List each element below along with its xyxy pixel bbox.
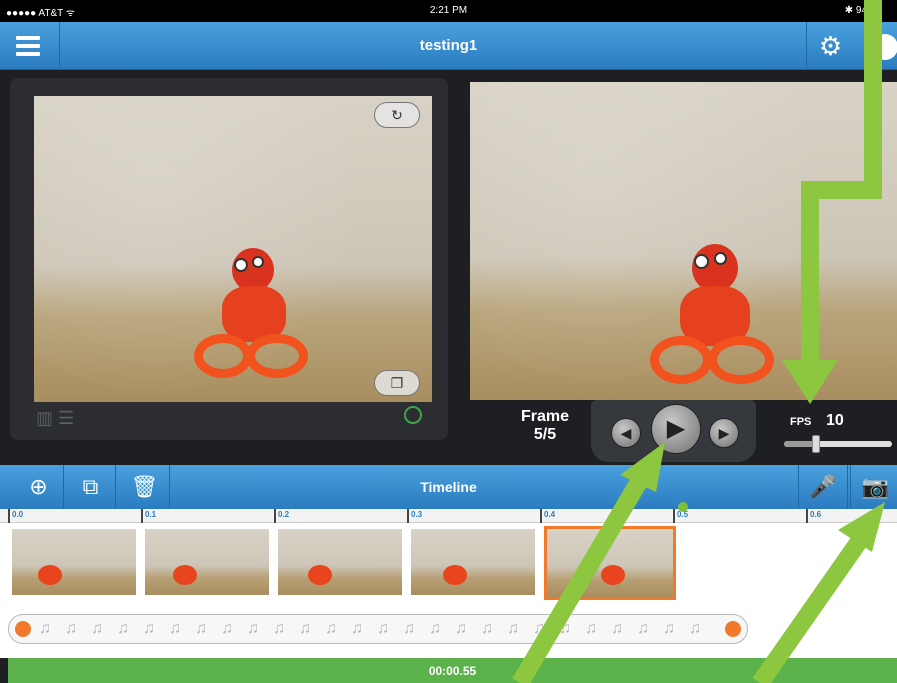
timeline-title: Timeline	[420, 479, 477, 495]
battery-indicator: ✱ 94	[844, 5, 867, 16]
clay-figure	[194, 246, 314, 386]
frame-value: 5/5	[533, 426, 557, 443]
ruler-tick: 0.0	[8, 509, 23, 523]
audio-start-icon[interactable]	[15, 621, 31, 637]
timeline-toolbar: ⊕ ⧉ 🗑 Timeline 🎤 📷	[0, 465, 897, 509]
playhead-pin-icon[interactable]	[678, 502, 688, 512]
ruler-tick: 0.3	[407, 509, 422, 523]
camera-preview[interactable]	[34, 96, 432, 402]
next-button[interactable]	[872, 34, 897, 60]
microphone-icon: 🎤	[809, 474, 837, 499]
thumbnail-figure	[443, 565, 467, 585]
figure-eye	[714, 252, 727, 265]
camera-icon: 📷	[861, 474, 890, 499]
frame-thumbnail[interactable]	[411, 529, 535, 595]
figure-eye	[694, 254, 709, 269]
figure-eye	[252, 256, 264, 268]
thumbnail-figure	[38, 565, 62, 585]
clay-figure	[650, 242, 780, 392]
play-icon: ▶	[666, 415, 686, 442]
forward-button[interactable]: ▶	[709, 418, 739, 448]
record-audio-button[interactable]: 🎤	[798, 465, 848, 509]
grid-icon: ▥ ☰	[36, 408, 75, 428]
clock: 2:21 PM	[429, 5, 468, 16]
figure-ring	[708, 336, 774, 384]
ruler-tick: 0.4	[540, 509, 555, 523]
frame-thumbnail[interactable]	[544, 526, 676, 600]
capture-button[interactable]: 📷	[850, 465, 897, 509]
frame-thumbnail[interactable]	[145, 529, 269, 595]
ruler-tick: 0.1	[141, 509, 156, 523]
elapsed-time: 00:00.55	[428, 664, 477, 678]
settings-button[interactable]: ⚙	[806, 22, 854, 70]
elapsed-time-bar: 00:00.55	[8, 658, 897, 683]
gear-icon: ⚙	[818, 31, 843, 61]
frame-strip	[0, 523, 897, 606]
play-button[interactable]: ▶	[651, 404, 701, 454]
music-note-icon: ♫♫♫♫♫♫♫♫♫♫♫♫♫♫♫♫♫♫♫♫♫♫♫♫♫♫	[39, 620, 715, 637]
camera-panel: ↻ ❐ ▥ ☰	[10, 78, 448, 440]
status-bar: ●●●●● AT&T ᯤ 2:21 PM ✱ 94	[0, 0, 897, 22]
frame-title: Frame	[520, 408, 570, 425]
fps-label: FPS	[790, 416, 812, 428]
onion-skin-icon: ❐	[390, 375, 404, 391]
thumbnail-figure	[308, 565, 332, 585]
frame-thumbnail[interactable]	[278, 529, 402, 595]
ruler-tick: 0.2	[274, 509, 289, 523]
onion-skin-button[interactable]: ❐	[374, 370, 420, 396]
grid-tools[interactable]: ▥ ☰	[36, 408, 74, 429]
flip-camera-button[interactable]: ↻	[374, 102, 420, 128]
playback-preview	[470, 82, 897, 400]
rewind-button[interactable]: ◀	[611, 418, 641, 448]
figure-ring	[246, 334, 308, 378]
frame-thumbnail[interactable]	[12, 529, 136, 595]
timer-icon[interactable]	[404, 406, 422, 424]
transport-controls: ◀ ▶ ▶	[591, 400, 756, 462]
fps-slider-thumb[interactable]	[812, 435, 821, 453]
time-ruler: 0.0 0.1 0.2 0.3 0.4 0.5 0.6	[0, 509, 897, 523]
rewind-icon: ◀	[620, 425, 632, 441]
forward-icon: ▶	[718, 425, 730, 441]
ruler-tick: 0.6	[806, 509, 821, 523]
audio-end-icon[interactable]	[725, 621, 741, 637]
frame-counter: Frame 5/5	[505, 408, 585, 444]
nav-bar: testing1 ⚙	[0, 22, 897, 70]
figure-ring	[194, 334, 252, 378]
audio-area: ♫♫♫♫♫♫♫♫♫♫♫♫♫♫♫♫♫♫♫♫♫♫♫♫♫♫	[0, 606, 897, 658]
figure-eye	[234, 258, 248, 272]
thumbnail-figure	[601, 565, 625, 585]
figure-ring	[650, 336, 712, 384]
fps-value: 10	[826, 412, 844, 429]
camera-flip-icon: ↻	[391, 107, 403, 123]
thumbnail-figure	[173, 565, 197, 585]
audio-track[interactable]: ♫♫♫♫♫♫♫♫♫♫♫♫♫♫♫♫♫♫♫♫♫♫♫♫♫♫	[8, 614, 748, 644]
stop-motion-app: ●●●●● AT&T ᯤ 2:21 PM ✱ 94 testing1 ⚙ ↻ ❐…	[0, 0, 897, 683]
fps-slider[interactable]	[784, 435, 892, 453]
project-title: testing1	[419, 37, 478, 54]
